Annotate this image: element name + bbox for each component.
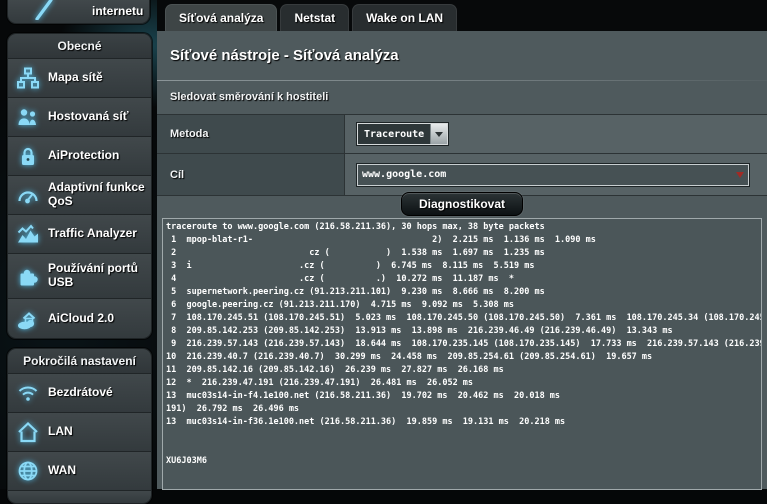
chevron-down-icon[interactable]	[430, 124, 447, 144]
globe-icon	[16, 460, 40, 482]
sidebar-item-label: AiProtection	[48, 149, 119, 163]
tab-netstat[interactable]: Netstat	[280, 4, 349, 31]
target-combobox	[357, 164, 749, 186]
puzzle-icon	[16, 265, 40, 287]
sidebar-group-advanced: Pokročilá nastavení Bezdrátové LAN	[7, 348, 152, 504]
sidebar-item-label: WAN	[48, 464, 76, 478]
sidebar-item-label: Hostovaná síť	[48, 110, 128, 124]
method-select[interactable]: Traceroute	[357, 123, 448, 145]
chevron-down-icon[interactable]	[732, 165, 748, 185]
sidebar-item-label: Traffic Analyzer	[48, 227, 137, 241]
sidebar-item-aiprotection[interactable]: AiProtection	[8, 137, 151, 176]
sidebar-item-wan[interactable]: WAN	[8, 452, 151, 491]
target-label: Cíl	[157, 154, 345, 195]
sidebar-item-wireless[interactable]: Bezdrátové	[8, 374, 151, 413]
sidebar-item-partial[interactable]	[8, 491, 151, 503]
pen-icon	[32, 0, 56, 20]
title-divider	[157, 80, 767, 81]
top-bar: Síťová analýza Netstat Wake on LAN	[157, 0, 767, 31]
gauge-icon	[16, 184, 40, 206]
lock-icon	[16, 145, 40, 167]
network-map-icon	[16, 67, 40, 89]
sidebar: internetu Obecné Mapa sítě Hostovaná síť	[0, 0, 157, 489]
page-title: Síťové nástroje - Síťová analýza	[170, 47, 399, 64]
main-panel: Síťové nástroje - Síťová analýza Sledova…	[157, 31, 767, 489]
sidebar-item-aicloud[interactable]: AiCloud 2.0	[8, 299, 151, 338]
sidebar-item-traffic-analyzer[interactable]: Traffic Analyzer	[8, 215, 151, 254]
traffic-chart-icon	[16, 223, 40, 245]
sidebar-item-network-map[interactable]: Mapa sítě	[8, 59, 151, 98]
sidebar-section-header: Pokročilá nastavení	[8, 349, 151, 374]
tab-label: Wake on LAN	[366, 11, 443, 25]
home-icon	[16, 421, 40, 443]
method-select-value: Traceroute	[358, 124, 430, 144]
traceroute-output-text: traceroute to www.google.com (216.58.211…	[163, 219, 761, 470]
wifi-icon	[16, 382, 40, 404]
sidebar-item-label: AiCloud 2.0	[48, 312, 114, 326]
sidebar-item-qos[interactable]: Adaptivní funkce QoS	[8, 176, 151, 215]
sidebar-group-general: Obecné Mapa sítě Hostovaná síť	[7, 33, 152, 339]
sidebar-item-label: Používání portů USB	[48, 262, 147, 290]
method-row: Metoda Traceroute	[157, 115, 767, 154]
tab-network-analysis[interactable]: Síťová analýza	[165, 4, 277, 31]
diagnose-button[interactable]: Diagnostikovat	[401, 192, 523, 216]
sidebar-item-label: Bezdrátové	[48, 386, 113, 400]
tab-wake-on-lan[interactable]: Wake on LAN	[352, 4, 457, 31]
diagnostic-form: Metoda Traceroute Cíl	[157, 114, 767, 196]
method-label: Metoda	[157, 115, 345, 153]
sidebar-item-usb[interactable]: Používání portů USB	[8, 254, 151, 299]
sidebar-section-header: Obecné	[8, 34, 151, 59]
sidebar-item-label: LAN	[48, 425, 73, 439]
sidebar-item-label: internetu	[92, 5, 143, 19]
tab-label: Síťová analýza	[179, 11, 263, 25]
tab-bar: Síťová analýza Netstat Wake on LAN	[165, 4, 457, 31]
cloud-icon	[16, 308, 40, 330]
sidebar-item-lan[interactable]: LAN	[8, 413, 151, 452]
target-input[interactable]	[358, 169, 732, 180]
traceroute-output[interactable]: traceroute to www.google.com (216.58.211…	[162, 218, 762, 490]
sidebar-item-quick-internet-setup[interactable]: internetu	[7, 0, 150, 24]
sidebar-item-guest-network[interactable]: Hostovaná síť	[8, 98, 151, 137]
section-subtitle: Sledovat směrování k hostiteli	[170, 91, 328, 103]
tab-label: Netstat	[294, 11, 335, 25]
target-row: Cíl	[157, 154, 767, 196]
sidebar-item-label: Mapa sítě	[48, 71, 103, 85]
guest-network-icon	[16, 106, 40, 128]
sidebar-item-label: Adaptivní funkce QoS	[48, 181, 147, 209]
